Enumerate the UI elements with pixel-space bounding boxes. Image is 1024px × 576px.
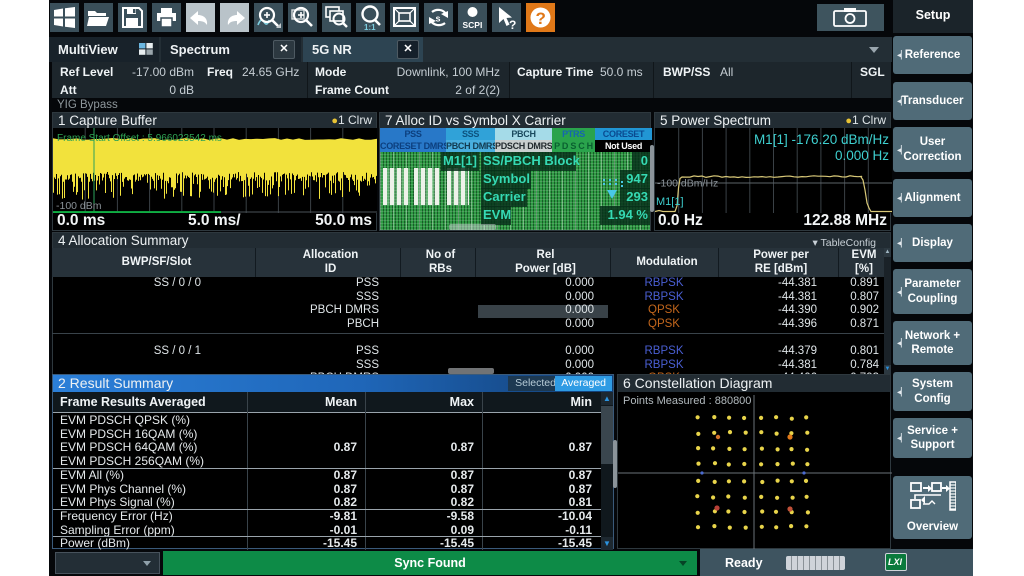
svg-text:?: ? xyxy=(536,9,546,28)
svg-text:SCPI: SCPI xyxy=(463,20,483,30)
svg-text:s: s xyxy=(436,14,441,24)
svg-text:-100 dBm/Hz: -100 dBm/Hz xyxy=(657,178,718,190)
svg-text:1:1: 1:1 xyxy=(364,23,376,32)
svg-text:Frame Start Offset : 5.9660235: Frame Start Offset : 5.966023542 ms xyxy=(57,133,222,144)
svg-text:?: ? xyxy=(509,18,516,32)
svg-text:M1[1]: M1[1] xyxy=(656,196,684,208)
